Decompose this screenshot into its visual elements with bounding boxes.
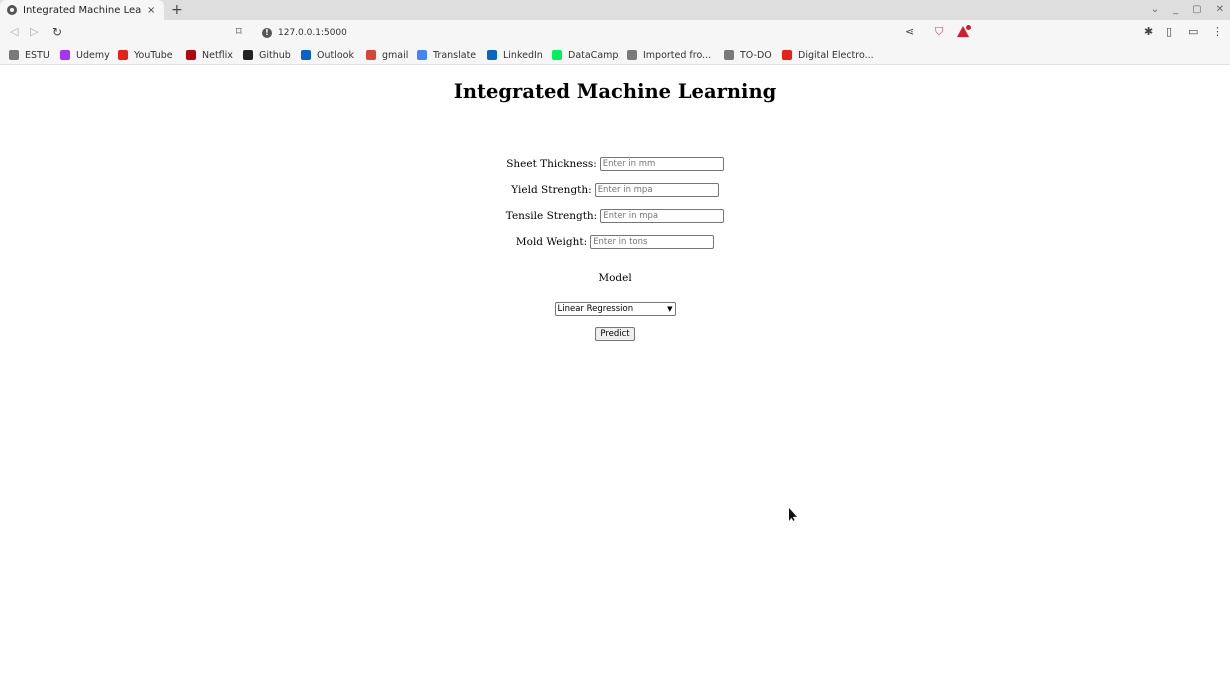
yield-strength-input[interactable] — [594, 183, 719, 197]
gmail-icon — [366, 50, 376, 60]
folder-icon — [627, 50, 637, 60]
bookmark-item[interactable]: LinkedIn — [487, 48, 543, 62]
bookmark-item[interactable]: YouTube — [118, 48, 173, 62]
datacamp-icon — [552, 50, 562, 60]
extension-badge — [965, 24, 972, 31]
extensions-puzzle-icon[interactable]: ✱ — [1144, 25, 1153, 39]
youtube-icon — [782, 50, 792, 60]
netflix-icon — [186, 50, 196, 60]
tab-close-icon[interactable]: × — [147, 5, 155, 16]
mold-weight-row: Mold Weight: — [0, 234, 1230, 250]
close-window-button[interactable]: ✕ — [1216, 2, 1224, 18]
bookmark-label: Imported fro... — [643, 49, 712, 61]
bookmark-label: YouTube — [134, 49, 173, 61]
bookmark-item[interactable]: ESTU — [9, 48, 50, 62]
youtube-icon — [118, 50, 128, 60]
bookmark-item[interactable]: Outlook — [301, 48, 354, 62]
model-label: Model — [598, 272, 632, 284]
bookmark-item[interactable]: gmail — [366, 48, 408, 62]
share-icon[interactable]: ⋖ — [905, 25, 914, 39]
sheet-thickness-input[interactable] — [599, 157, 724, 171]
bookmark-label: TO-DO — [740, 49, 772, 61]
folder-icon — [724, 50, 734, 60]
github-icon — [243, 50, 253, 60]
bookmark-icon[interactable]: ⌑ — [236, 25, 242, 39]
site-info-icon[interactable]: ! — [262, 27, 272, 38]
bookmarks-bar: ESTU Udemy YouTube Netflix Github Outlook gmai… — [0, 45, 1230, 65]
side-panel-icon[interactable]: ▯ — [1166, 25, 1172, 39]
menu-icon[interactable]: ⋮ — [1212, 25, 1223, 39]
folder-icon — [9, 50, 19, 60]
bookmark-item[interactable]: Imported fro... — [627, 48, 711, 62]
back-icon[interactable]: ◁ — [10, 25, 18, 39]
yield-strength-row: Yield Strength: — [0, 182, 1230, 198]
bookmark-label: LinkedIn — [503, 49, 543, 61]
bookmark-item[interactable]: DataCamp — [552, 48, 618, 62]
bookmark-item[interactable]: Netflix — [186, 48, 233, 62]
tensile-strength-label: Tensile Strength: — [505, 210, 598, 222]
predict-button[interactable]: Predict — [595, 327, 635, 341]
new-tab-button[interactable]: + — [171, 2, 183, 18]
bookmark-label: Github — [259, 49, 291, 61]
minimize-button[interactable]: _ — [1173, 2, 1178, 18]
sheet-thickness-row: Sheet Thickness: — [0, 156, 1230, 172]
bookmark-label: ESTU — [25, 49, 50, 61]
tensile-strength-input[interactable] — [600, 209, 725, 223]
address-bar[interactable]: ! 127.0.0.1:5000 — [250, 23, 910, 42]
browser-tab[interactable]: Integrated Machine Learning × — [0, 0, 164, 20]
tensile-strength-row: Tensile Strength: — [0, 208, 1230, 224]
model-select[interactable]: Linear Regression ▼ — [554, 302, 676, 316]
mold-weight-input[interactable] — [590, 235, 715, 249]
bookmark-label: gmail — [382, 49, 409, 61]
browser-toolbar: ◁ ▷ ↻ ⌑ ! 127.0.0.1:5000 ⋖ ⛉ ✱ ▯ ▭ ⋮ — [0, 20, 1230, 45]
bookmark-item[interactable]: Udemy — [60, 48, 110, 62]
mouse-cursor-icon — [789, 508, 797, 521]
bookmark-label: Outlook — [317, 49, 354, 61]
maximize-button[interactable]: ▢ — [1192, 2, 1201, 18]
url-text[interactable]: 127.0.0.1:5000 — [278, 28, 347, 38]
model-select-value: Linear Regression — [557, 304, 634, 314]
yield-strength-label: Yield Strength: — [511, 184, 592, 196]
page-content: Integrated Machine Learning Sheet Thickn… — [0, 66, 1230, 677]
wallet-icon[interactable]: ▭ — [1188, 25, 1198, 39]
bookmark-label: Digital Electro... — [798, 49, 874, 61]
sheet-thickness-label: Sheet Thickness: — [506, 158, 597, 170]
page-title: Integrated Machine Learning — [453, 80, 777, 103]
translate-icon — [417, 50, 427, 60]
tab-strip: Integrated Machine Learning × + ⌄ _ ▢ ✕ — [0, 0, 1230, 20]
bookmark-label: Udemy — [76, 49, 110, 61]
bookmark-label: Netflix — [202, 49, 233, 61]
forward-icon[interactable]: ▷ — [30, 25, 38, 39]
tab-search-icon[interactable]: ⌄ — [1151, 2, 1159, 18]
bookmark-item[interactable]: Github — [243, 48, 291, 62]
linkedin-icon — [487, 50, 497, 60]
outlook-icon — [301, 50, 311, 60]
bookmark-label: DataCamp — [568, 49, 619, 61]
window-controls: ⌄ _ ▢ ✕ — [1151, 2, 1224, 18]
udemy-icon — [60, 50, 70, 60]
chevron-down-icon: ▼ — [667, 305, 673, 313]
mold-weight-label: Mold Weight: — [515, 236, 588, 248]
bookmark-label: Translate — [433, 49, 477, 61]
bookmark-item[interactable]: Digital Electro... — [782, 48, 874, 62]
globe-icon — [7, 5, 17, 15]
bookmark-item[interactable]: TO-DO — [724, 48, 772, 62]
bookmark-item[interactable]: Translate — [417, 48, 476, 62]
reload-icon[interactable]: ↻ — [52, 25, 62, 39]
shield-icon[interactable]: ⛉ — [935, 25, 943, 39]
tab-title: Integrated Machine Learning — [23, 4, 141, 16]
